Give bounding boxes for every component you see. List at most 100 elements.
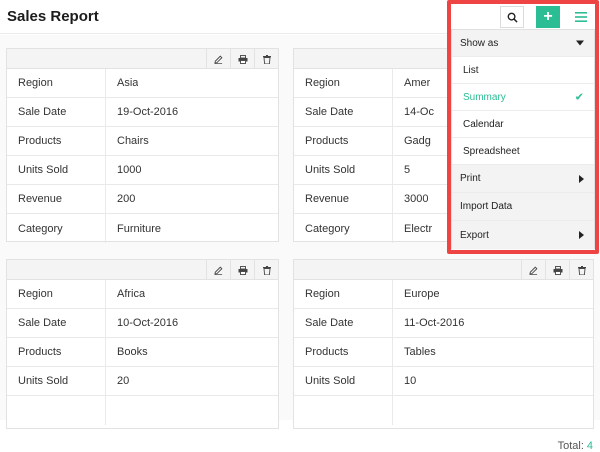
- field-value: 10-Oct-2016: [117, 317, 179, 329]
- menu-item-calendar[interactable]: Calendar: [452, 111, 594, 138]
- menu-item-summary[interactable]: Summary ✔: [452, 84, 594, 111]
- field-label: [7, 396, 106, 425]
- field-row: [7, 396, 278, 425]
- field-label: Products: [7, 127, 106, 155]
- field-value: Amer: [404, 77, 431, 89]
- add-record-button[interactable]: +: [536, 6, 560, 28]
- field-row: Products Chairs: [7, 127, 278, 156]
- field-label: Sale Date: [294, 309, 393, 337]
- menu-item-print[interactable]: Print: [452, 165, 594, 193]
- field-row: Units Sold 1000: [7, 156, 278, 185]
- menu-item-label: List: [463, 64, 479, 76]
- field-label: Region: [294, 280, 393, 308]
- search-icon: [507, 12, 518, 23]
- print-button[interactable]: [230, 49, 254, 69]
- field-label: Revenue: [294, 185, 393, 213]
- menu-item-label: Spreadsheet: [463, 145, 520, 157]
- edit-button[interactable]: [521, 260, 545, 280]
- field-value: 3000: [404, 193, 429, 205]
- card-toolbar: [7, 260, 278, 280]
- caret-right-icon: [579, 174, 584, 183]
- field-label: Revenue: [7, 185, 106, 213]
- field-label: Products: [294, 127, 393, 155]
- print-button[interactable]: [230, 260, 254, 280]
- record-card-europe: Region Europe Sale Date 11-Oct-2016 Produc…: [293, 259, 594, 429]
- field-value: 1000: [117, 164, 142, 176]
- total-value: 4: [586, 440, 593, 452]
- menu-item-spreadsheet[interactable]: Spreadsheet: [452, 138, 594, 165]
- delete-button[interactable]: [254, 260, 278, 280]
- field-value: Chairs: [117, 135, 149, 147]
- field-label: Sale Date: [7, 309, 106, 337]
- hamburger-icon: [575, 12, 587, 22]
- field-label: Units Sold: [294, 367, 393, 395]
- delete-button[interactable]: [254, 49, 278, 69]
- edit-icon: [529, 266, 538, 275]
- field-label: Region: [294, 69, 393, 97]
- field-row: Sale Date 11-Oct-2016: [294, 309, 593, 338]
- edit-icon: [214, 266, 223, 275]
- card-toolbar: [7, 49, 278, 69]
- view-menu-dropdown: Show as List Summary ✔ Calendar Spreadsh…: [451, 29, 595, 249]
- field-value: 20: [117, 375, 130, 387]
- menu-item-import-data[interactable]: Import Data: [452, 193, 594, 221]
- caret-right-icon: [579, 231, 584, 239]
- field-value: 14-Oc: [404, 106, 434, 118]
- field-row: Region Asia: [7, 69, 278, 98]
- menu-button[interactable]: [569, 6, 593, 28]
- field-row: [294, 396, 593, 425]
- field-row: Units Sold 20: [7, 367, 278, 396]
- field-label: [294, 396, 393, 425]
- menu-item-label: Summary: [463, 91, 506, 103]
- menu-item-list[interactable]: List: [452, 57, 594, 84]
- field-label: Products: [7, 338, 106, 366]
- card-toolbar: [294, 260, 593, 280]
- search-button[interactable]: [500, 6, 524, 28]
- edit-button[interactable]: [206, 49, 230, 69]
- menu-item-label: Export: [460, 229, 489, 241]
- field-label: Products: [294, 338, 393, 366]
- menu-item-label: Print: [460, 173, 481, 184]
- field-label: Category: [7, 214, 106, 243]
- field-value: Gadg: [404, 135, 431, 147]
- edit-icon: [214, 55, 223, 64]
- field-value: 5: [404, 164, 411, 176]
- field-label: Sale Date: [7, 98, 106, 126]
- field-value: 11-Oct-2016: [404, 317, 465, 329]
- delete-button[interactable]: [569, 260, 593, 280]
- field-value: Books: [117, 346, 148, 358]
- field-value: 200: [117, 193, 136, 205]
- delete-icon: [262, 54, 271, 64]
- plus-icon: +: [543, 8, 553, 25]
- field-label: Category: [294, 214, 393, 243]
- total-label: Total:: [557, 440, 584, 452]
- edit-button[interactable]: [206, 260, 230, 280]
- field-row: Revenue 200: [7, 185, 278, 214]
- field-label: Units Sold: [7, 367, 106, 395]
- caret-down-icon: [576, 40, 584, 46]
- field-label: Sale Date: [294, 98, 393, 126]
- menu-item-export[interactable]: Export: [452, 221, 594, 249]
- menu-item-show-as[interactable]: Show as: [452, 30, 594, 57]
- delete-icon: [262, 265, 271, 275]
- print-icon: [553, 265, 562, 275]
- field-row: Category Furniture: [7, 214, 278, 243]
- total-count: Total: 4: [558, 440, 593, 452]
- check-icon: ✔: [574, 91, 584, 104]
- field-row: Units Sold 10: [294, 367, 593, 396]
- delete-icon: [577, 265, 586, 275]
- field-row: Sale Date 19-Oct-2016: [7, 98, 278, 127]
- field-value: Electr: [404, 222, 433, 235]
- field-value: Asia: [117, 77, 139, 89]
- field-row: Region Europe: [294, 280, 593, 309]
- field-label: Region: [7, 280, 106, 308]
- page-title: Sales Report: [7, 8, 99, 25]
- field-row: Products Books: [7, 338, 278, 367]
- print-button[interactable]: [545, 260, 569, 280]
- field-row: Region Africa: [7, 280, 278, 309]
- field-value: Europe: [404, 288, 440, 300]
- field-value: Furniture: [117, 222, 162, 235]
- field-value: 19-Oct-2016: [117, 106, 179, 118]
- field-value: 10: [404, 375, 417, 387]
- field-label: Region: [7, 69, 106, 97]
